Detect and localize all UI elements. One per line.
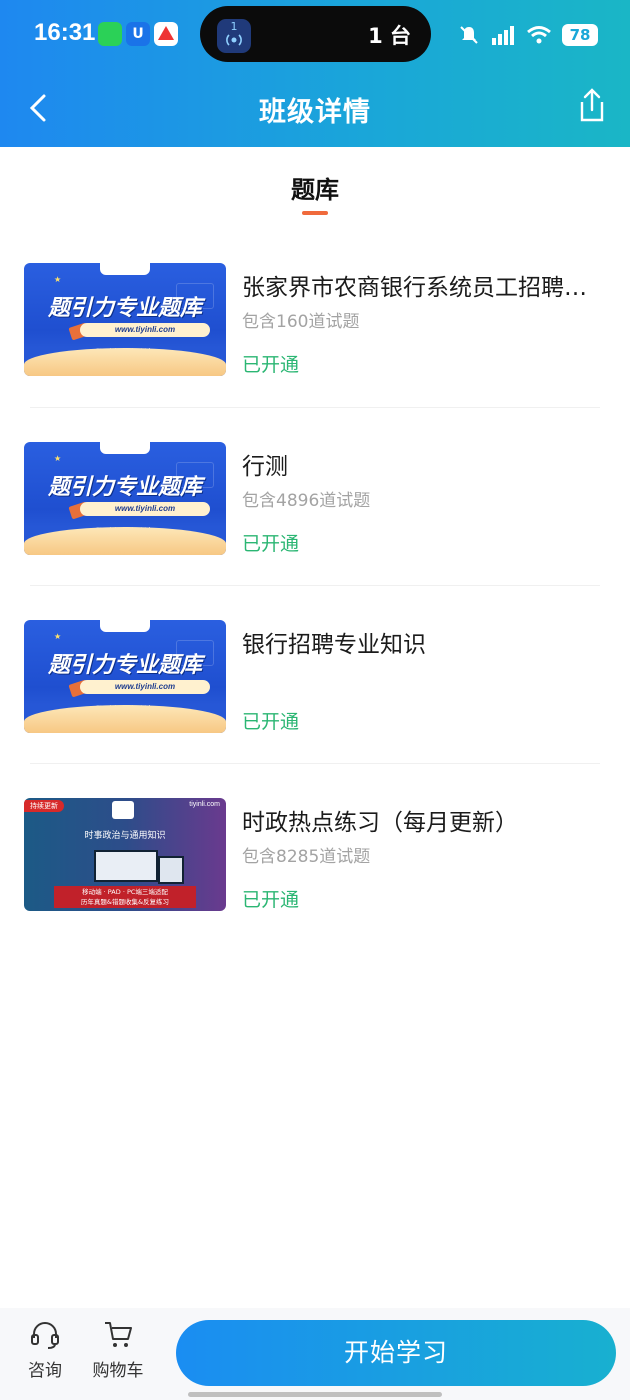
- share-icon: [580, 88, 604, 122]
- bottom-action-bar: 咨询 购物车 开始学习: [0, 1308, 630, 1400]
- header-background: 16:31 U 1 1 台 78 班级详情: [0, 0, 630, 147]
- item-status: 已开通: [242, 711, 300, 733]
- status-bar: 16:31 U 1 1 台 78: [0, 0, 630, 70]
- thumbnail-feature-banner: 移动端 · PAD · PC端三端适配 历年真题&错题收集&反复练习: [54, 886, 196, 908]
- app-notification-icon-2: [154, 22, 178, 46]
- list-item[interactable]: 持续更新 tiyinli.com 时事政治与通用知识 移动端 · PAD · P…: [0, 764, 630, 942]
- consult-button[interactable]: 咨询: [15, 1320, 75, 1381]
- course-thumbnail: ★ 题引力专业题库 www.tiyinli.com 题引力 版权所有: [24, 620, 226, 733]
- navigation-bar: 班级详情: [0, 70, 630, 147]
- home-indicator: [188, 1392, 442, 1397]
- tab-label: 题库: [291, 176, 339, 204]
- feature-line-1: 移动端 · PAD · PC端三端适配: [82, 888, 168, 896]
- decoration: [24, 527, 226, 555]
- thumbnail-heading: 时事政治与通用知识: [84, 831, 166, 841]
- thumbnail-site: tiyinli.com: [189, 801, 220, 808]
- thumbnail-title: 题引力专业题库: [47, 475, 202, 500]
- consult-label: 咨询: [28, 1361, 62, 1381]
- headset-icon: [31, 1322, 59, 1349]
- thumbnail-title: 题引力专业题库: [47, 296, 202, 321]
- course-thumbnail: 持续更新 tiyinli.com 时事政治与通用知识 移动端 · PAD · P…: [24, 798, 226, 911]
- item-title: 银行招聘专业知识: [242, 632, 426, 658]
- tablet-illustration: [158, 856, 184, 884]
- star-icon: ★: [54, 275, 62, 284]
- item-status: 已开通: [242, 354, 300, 376]
- mute-bell-icon: [460, 26, 478, 44]
- battery-indicator: 78: [562, 24, 598, 46]
- item-title: 时政热点练习（每月更新）: [242, 810, 518, 836]
- page-title: 班级详情: [259, 97, 371, 128]
- logo: [100, 620, 150, 632]
- cellular-signal-icon: [492, 26, 514, 45]
- thumbnail-title: 题引力专业题库: [47, 653, 202, 678]
- logo: [100, 263, 150, 275]
- item-status: 已开通: [242, 889, 300, 911]
- star-icon: ★: [54, 632, 62, 641]
- thumbnail-badge: 持续更新: [24, 800, 64, 812]
- app-notification-icon: U: [126, 22, 150, 46]
- feature-line-2: 历年真题&错题收集&反复练习: [80, 898, 170, 906]
- cart-button[interactable]: 购物车: [88, 1320, 148, 1381]
- decoration: [24, 348, 226, 376]
- broadcast-icon: 1: [217, 19, 251, 53]
- share-button[interactable]: [574, 86, 608, 126]
- thumbnail-url: www.tiyinli.com: [80, 502, 210, 516]
- item-title: 张家界市农商银行系统员工招聘考试题库: [242, 275, 592, 301]
- wifi-icon: [527, 26, 551, 44]
- list-item[interactable]: ★ 题引力专业题库 www.tiyinli.com 题引力 版权所有 行测 包含…: [0, 408, 630, 586]
- item-question-count: 包含8285道试题: [242, 847, 371, 867]
- island-text: 1 台: [368, 24, 411, 48]
- dynamic-island[interactable]: 1 1 台: [200, 6, 431, 62]
- course-thumbnail: ★ 题引力专业题库 www.tiyinli.com 题引力 版权所有: [24, 263, 226, 376]
- cart-label: 购物车: [92, 1361, 144, 1381]
- star-icon: ★: [54, 454, 62, 463]
- monitor-illustration: [94, 850, 158, 882]
- tab-active-indicator: [302, 211, 328, 215]
- list-item[interactable]: ★ 题引力专业题库 www.tiyinli.com 题引力 版权所有 张家界市农…: [0, 230, 630, 408]
- decoration: [24, 705, 226, 733]
- thumbnail-url: www.tiyinli.com: [80, 680, 210, 694]
- item-status: 已开通: [242, 533, 300, 555]
- wechat-notification-icon: [98, 22, 122, 46]
- status-indicators: 78: [458, 22, 598, 48]
- course-thumbnail: ★ 题引力专业题库 www.tiyinli.com 题引力 版权所有: [24, 442, 226, 555]
- thumbnail-url: www.tiyinli.com: [80, 323, 210, 337]
- logo: [112, 801, 134, 819]
- item-question-count: 包含4896道试题: [242, 491, 371, 511]
- list-item[interactable]: ★ 题引力专业题库 www.tiyinli.com 题引力 版权所有 银行招聘专…: [0, 586, 630, 764]
- status-time: 16:31: [34, 19, 96, 46]
- tab-question-bank[interactable]: 题库: [0, 170, 630, 205]
- item-question-count: 包含160道试题: [242, 312, 360, 332]
- start-learning-button[interactable]: 开始学习: [176, 1320, 616, 1386]
- shopping-cart-icon: [105, 1322, 132, 1347]
- item-title: 行测: [242, 454, 288, 480]
- logo: [100, 442, 150, 454]
